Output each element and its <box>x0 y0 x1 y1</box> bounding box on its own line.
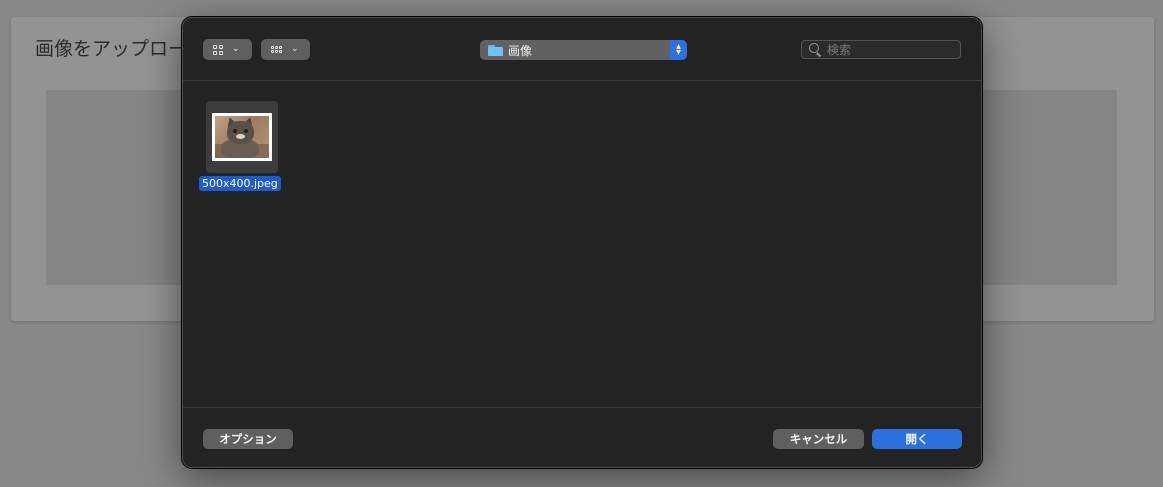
open-button[interactable]: 開く <box>872 429 962 449</box>
options-button[interactable]: オプション <box>203 429 293 449</box>
kitten-photo <box>215 116 269 158</box>
file-thumbnail <box>212 113 272 161</box>
cancel-button[interactable]: キャンセル <box>773 429 864 449</box>
icon-grid-view-icon <box>213 44 223 55</box>
file-item[interactable]: 500x400.jpeg <box>199 101 287 196</box>
group-by-button[interactable]: ⌄ <box>261 39 310 60</box>
search-field[interactable] <box>801 40 961 59</box>
dialog-footer: オプション キャンセル 開く <box>183 407 981 467</box>
chevron-down-icon: ⌄ <box>291 44 299 54</box>
location-stepper-icon[interactable]: ▲ ▼ <box>670 40 687 60</box>
view-mode-button[interactable]: ⌄ <box>203 39 252 60</box>
file-name[interactable]: 500x400.jpeg <box>199 176 281 191</box>
folder-icon <box>488 44 503 56</box>
group-grid-icon <box>271 46 282 53</box>
chevron-down-icon: ⌄ <box>232 44 240 54</box>
search-icon <box>809 43 822 57</box>
file-open-dialog: ⌄ ⌄ 画像 ▲▼ 500x400.jpeg <box>182 17 982 468</box>
dialog-toolbar: ⌄ ⌄ 画像 ▲ ▼ <box>183 18 981 81</box>
location-popup[interactable]: 画像 ▲ ▼ <box>480 40 687 60</box>
location-label: 画像 <box>508 43 533 58</box>
page-title: 画像をアップロード <box>35 38 195 60</box>
search-input[interactable] <box>827 42 947 57</box>
